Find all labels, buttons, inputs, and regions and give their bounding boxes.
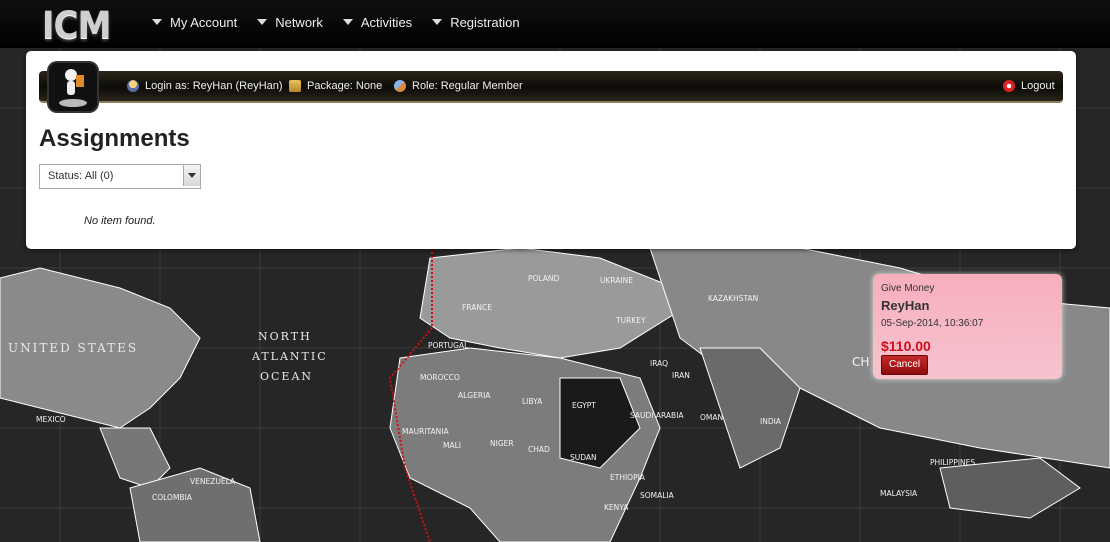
notification-date: 05-Sep-2014, 10:36:07 [881, 318, 984, 329]
status-filter-select[interactable]: Status: All (0) [39, 164, 201, 189]
role-icon [394, 80, 406, 92]
chevron-down-icon [257, 19, 268, 25]
map-label-kenya: KENYA [604, 503, 629, 512]
logout-link[interactable]: Logout [1003, 71, 1055, 101]
chevron-down-icon [432, 19, 443, 25]
map-label-egypt: EGYPT [572, 401, 596, 410]
avatar [49, 63, 97, 111]
map-label-kazakhstan: KAZAKHSTAN [708, 294, 758, 303]
map-label-chad: CHAD [528, 445, 550, 454]
icm-logo[interactable]: ICM [42, 4, 111, 48]
notification-type: Give Money [881, 283, 935, 294]
map-label-iraq: IRAQ [650, 359, 668, 368]
user-figure-icon [59, 69, 87, 107]
package-icon [289, 80, 301, 92]
map-label-niger: NIGER [490, 439, 514, 448]
role-info: Role: Regular Member [394, 71, 523, 101]
nav-activities[interactable]: Activities [333, 0, 422, 44]
power-icon [1003, 80, 1015, 92]
give-money-notification: Give Money ReyHan 05-Sep-2014, 10:36:07 … [873, 274, 1062, 379]
map-label-poland: POLAND [528, 274, 560, 283]
notification-amount: $110.00 [881, 338, 931, 354]
map-label-ukraine: UKRAINE [600, 276, 633, 285]
nav-activities-label: Activities [360, 14, 413, 30]
chevron-down-icon [152, 19, 162, 25]
map-label-turkey: TURKEY [615, 316, 646, 325]
map-label-malaysia: MALAYSIA [880, 489, 918, 498]
map-label-france: FRANCE [462, 303, 492, 312]
chevron-down-icon [342, 19, 353, 25]
map-label-india: INDIA [760, 417, 782, 426]
role-info-text: Role: Regular Member [412, 80, 523, 92]
map-label-somalia: SOMALIA [640, 491, 675, 500]
main-nav: My Account Network Activities Registrati… [150, 0, 530, 44]
map-label-atlantic: ATLANTIC [251, 350, 328, 363]
map-label-iran: IRAN [672, 371, 690, 380]
map-label-morocco: MOROCCO [420, 373, 460, 382]
map-label-mauritania: MAURITANIA [402, 427, 449, 436]
nav-network-label: Network [275, 14, 323, 30]
map-label-venezuela: VENEZUELA [190, 477, 236, 486]
cancel-button[interactable]: Cancel [881, 355, 929, 375]
map-label-libya: LIBYA [522, 397, 543, 406]
map-label-oman: OMAN [700, 413, 723, 422]
logout-label: Logout [1021, 80, 1055, 92]
map-label-colombia: COLOMBIA [152, 493, 193, 502]
package-info: Package: None [289, 71, 382, 101]
nav-my-account[interactable]: My Account [150, 0, 247, 44]
user-info-bar: Login as: ReyHan (ReyHan) Package: None … [39, 63, 1063, 111]
map-label-saudi-arabia: SAUDI ARABIA [630, 411, 684, 420]
map-label-philippines: PHILIPPINES [930, 458, 975, 467]
empty-list-message: No item found. [84, 215, 156, 227]
top-navigation-bar: ICM My Account Network Activities Regist… [0, 0, 1110, 48]
status-filter-value: Status: All (0) [48, 170, 114, 182]
map-label-ocean: OCEAN [260, 370, 313, 383]
nav-registration-label: Registration [450, 14, 520, 30]
nav-network[interactable]: Network [247, 0, 333, 44]
map-label-north: NORTH [258, 330, 312, 343]
map-label-ethiopia: ETHIOPIA [610, 473, 646, 482]
nav-registration[interactable]: Registration [422, 0, 529, 44]
map-label-china-partial: CH [852, 355, 869, 369]
map-label-algeria: ALGERIA [458, 391, 491, 400]
map-label-mexico: MEXICO [36, 415, 66, 424]
content-panel: Login as: ReyHan (ReyHan) Package: None … [26, 51, 1076, 249]
notification-user-name: ReyHan [881, 298, 930, 313]
map-label-united-states: UNITED STATES [8, 341, 138, 355]
chevron-down-icon[interactable] [183, 165, 200, 186]
nav-my-account-label: My Account [170, 14, 238, 30]
user-icon [127, 80, 139, 92]
map-label-mali: MALI [443, 441, 461, 450]
login-info: Login as: ReyHan (ReyHan) [127, 71, 283, 101]
map-label-sudan: SUDAN [570, 453, 597, 462]
package-info-text: Package: None [307, 80, 383, 92]
map-label-portugal: PORTUGAL [428, 341, 469, 350]
login-info-text: Login as: ReyHan (ReyHan) [145, 80, 283, 92]
page-title: Assignments [39, 125, 190, 152]
